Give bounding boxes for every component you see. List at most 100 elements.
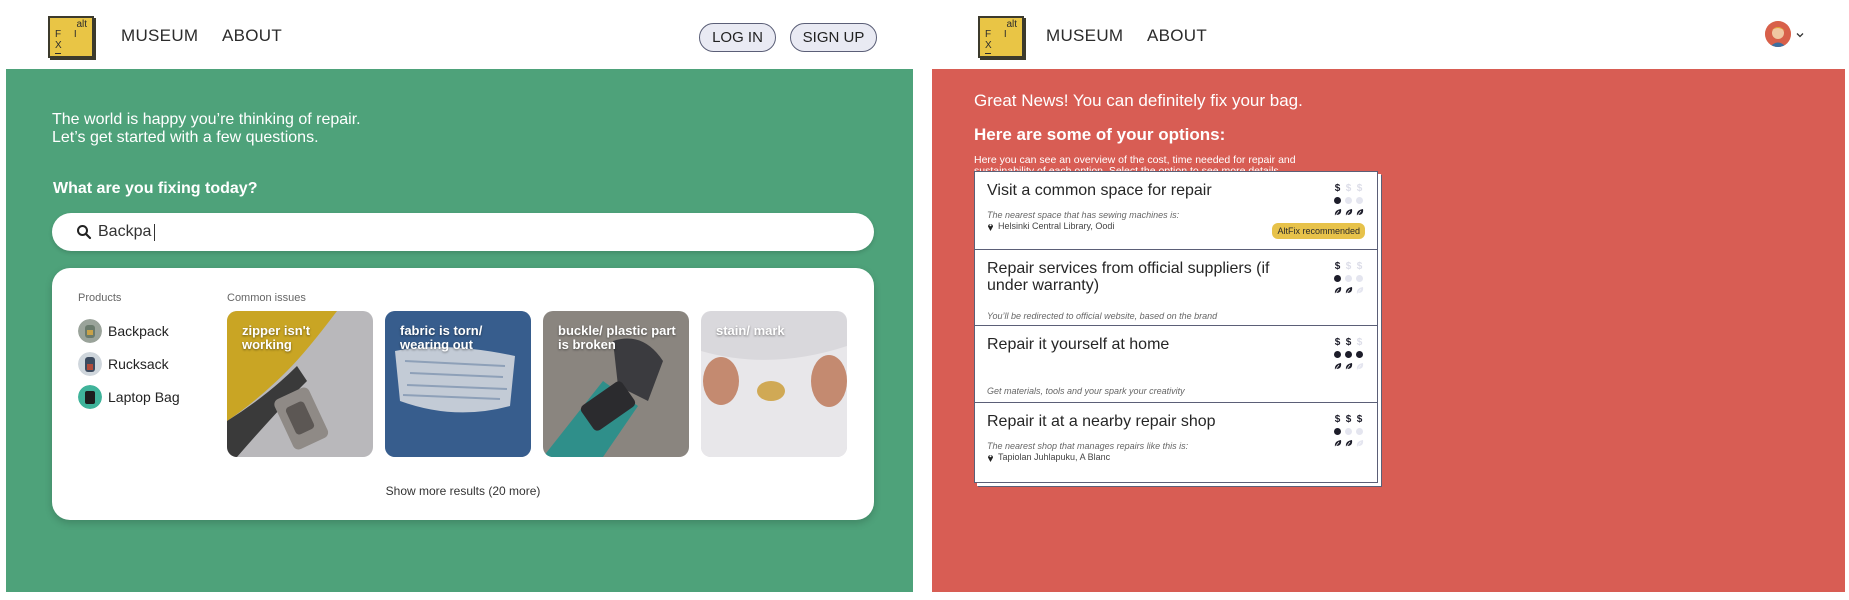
text-caret	[154, 223, 156, 241]
navbar: alt F I X MUSEUM ABOUT LOG IN SIGN UP	[0, 0, 919, 68]
location-pin-icon	[988, 223, 993, 231]
dollar-icon: $	[1356, 413, 1363, 425]
product-item-backpack[interactable]: Backpack	[78, 319, 169, 343]
laptop-bag-thumbnail	[78, 385, 102, 409]
leaf-icon	[1344, 438, 1353, 448]
red-panel: Great News! You can definitely fix your …	[932, 69, 1845, 592]
intro-text: The world is happy you’re thinking of re…	[52, 111, 361, 147]
option-indicators: $ $ $	[1333, 413, 1367, 449]
nav-museum-link[interactable]: MUSEUM	[1046, 26, 1123, 46]
search-input[interactable]: Backpa	[52, 213, 874, 251]
clock-icon	[1344, 273, 1353, 283]
issue-card-stain[interactable]: stain/ mark	[701, 311, 847, 457]
clock-icon	[1333, 273, 1342, 283]
product-item-rucksack[interactable]: Rucksack	[78, 352, 169, 376]
leaf-icon	[1355, 207, 1364, 217]
option-title: Repair services from official suppliers …	[987, 260, 1270, 294]
signup-button[interactable]: SIGN UP	[790, 23, 877, 52]
issue-label: stain/ mark	[716, 323, 785, 338]
time-indicator	[1333, 348, 1367, 360]
product-label: Backpack	[108, 323, 169, 339]
option-location: Helsinki Central Library, Oodi	[987, 221, 1114, 231]
option-subtitle: Get materials, tools and your spark your…	[987, 386, 1185, 396]
location-text: Tapiolan Juhlapuku, A Blanc	[998, 452, 1111, 462]
nav-museum-link[interactable]: MUSEUM	[121, 26, 198, 46]
leaf-icon	[1333, 438, 1342, 448]
great-news-text: Great News! You can definitely fix your …	[974, 91, 1303, 110]
repair-option-card[interactable]: Repair it at a nearby repair shop The nea…	[974, 402, 1378, 483]
leaf-icon	[1344, 285, 1353, 295]
altfix-logo[interactable]: alt F I X	[978, 16, 1024, 58]
sustainability-indicator	[1333, 206, 1367, 218]
option-subtitle: The nearest shop that manages repairs li…	[987, 441, 1189, 451]
dollar-icon: $	[1345, 260, 1352, 272]
dollar-icon: $	[1345, 413, 1352, 425]
cost-indicator: $ $ $	[1333, 260, 1367, 272]
cost-indicator: $ $ $	[1333, 413, 1367, 425]
option-indicators: $ $ $	[1333, 336, 1367, 372]
question-heading: What are you fixing today?	[53, 180, 258, 197]
logo-fix-text: F I X	[55, 29, 92, 54]
green-panel: The world is happy you’re thinking of re…	[6, 69, 913, 592]
leaf-icon	[1333, 285, 1342, 295]
dollar-icon: $	[1334, 260, 1341, 272]
clock-icon	[1355, 426, 1364, 436]
dollar-icon: $	[1345, 336, 1352, 348]
repair-option-card[interactable]: Repair it yourself at home Get materials,…	[974, 325, 1378, 406]
issues-header: Common issues	[227, 292, 306, 304]
location-text: Helsinki Central Library, Oodi	[998, 221, 1115, 231]
sustainability-indicator	[1333, 360, 1367, 372]
dollar-icon: $	[1334, 413, 1341, 425]
time-indicator	[1333, 425, 1367, 437]
option-indicators: $ $ $	[1333, 182, 1367, 218]
altfix-logo[interactable]: alt F I X	[48, 16, 94, 58]
search-value: Backpa	[98, 223, 152, 240]
sustainability-indicator	[1333, 284, 1367, 296]
cost-indicator: $ $ $	[1333, 182, 1367, 194]
left-screen: alt F I X MUSEUM ABOUT LOG IN SIGN UP Th…	[0, 0, 919, 600]
issue-card-fabric[interactable]: fabric is torn/ wearing out	[385, 311, 531, 457]
show-more-results-link[interactable]: Show more results (20 more)	[52, 484, 874, 498]
issue-label: fabric is torn/ wearing out	[400, 323, 483, 352]
leaf-icon	[1333, 207, 1342, 217]
issue-card-buckle[interactable]: buckle/ plastic part is broken	[543, 311, 689, 457]
option-subtitle: The nearest space that has sewing machin…	[987, 210, 1180, 220]
clock-icon	[1355, 349, 1364, 359]
option-location: Tapiolan Juhlapuku, A Blanc	[987, 452, 1110, 462]
issue-card-zipper[interactable]: zipper isn't working	[227, 311, 373, 457]
sustainability-indicator	[1333, 437, 1367, 449]
option-subtitle: You’ll be redirected to official website…	[987, 311, 1218, 321]
clock-icon	[1344, 195, 1353, 205]
product-label: Rucksack	[108, 356, 169, 372]
recommended-badge: AltFix recommended	[1272, 223, 1365, 239]
time-indicator	[1333, 272, 1367, 284]
options-heading: Here are some of your options:	[974, 125, 1226, 144]
leaf-icon	[1355, 361, 1364, 371]
dollar-icon: $	[1356, 260, 1363, 272]
issue-label: zipper isn't working	[242, 323, 311, 352]
leaf-icon	[1344, 207, 1353, 217]
clock-icon	[1355, 195, 1364, 205]
chevron-down-icon[interactable]	[1796, 31, 1804, 39]
dollar-icon: $	[1356, 182, 1363, 194]
issue-label: buckle/ plastic part is broken	[558, 323, 676, 352]
nav-about-link[interactable]: ABOUT	[222, 26, 282, 46]
repair-option-card[interactable]: Visit a common space for repair The neare…	[974, 171, 1378, 252]
dollar-icon: $	[1334, 336, 1341, 348]
leaf-icon	[1355, 285, 1364, 295]
product-item-laptop-bag[interactable]: Laptop Bag	[78, 385, 180, 409]
navbar: alt F I X MUSEUM ABOUT	[930, 0, 1849, 68]
intro-line-1: The world is happy you’re thinking of re…	[52, 111, 361, 128]
user-avatar[interactable]	[1765, 21, 1791, 47]
option-title: Repair it yourself at home	[987, 336, 1170, 353]
option-indicators: $ $ $	[1333, 260, 1367, 296]
login-button[interactable]: LOG IN	[699, 23, 776, 52]
repair-option-card[interactable]: Repair services from official suppliers …	[974, 249, 1378, 330]
leaf-icon	[1333, 361, 1342, 371]
clock-icon	[1333, 426, 1342, 436]
clock-icon	[1333, 195, 1342, 205]
search-icon	[77, 225, 92, 240]
nav-about-link[interactable]: ABOUT	[1147, 26, 1207, 46]
product-label: Laptop Bag	[108, 389, 180, 405]
dollar-icon: $	[1356, 336, 1363, 348]
